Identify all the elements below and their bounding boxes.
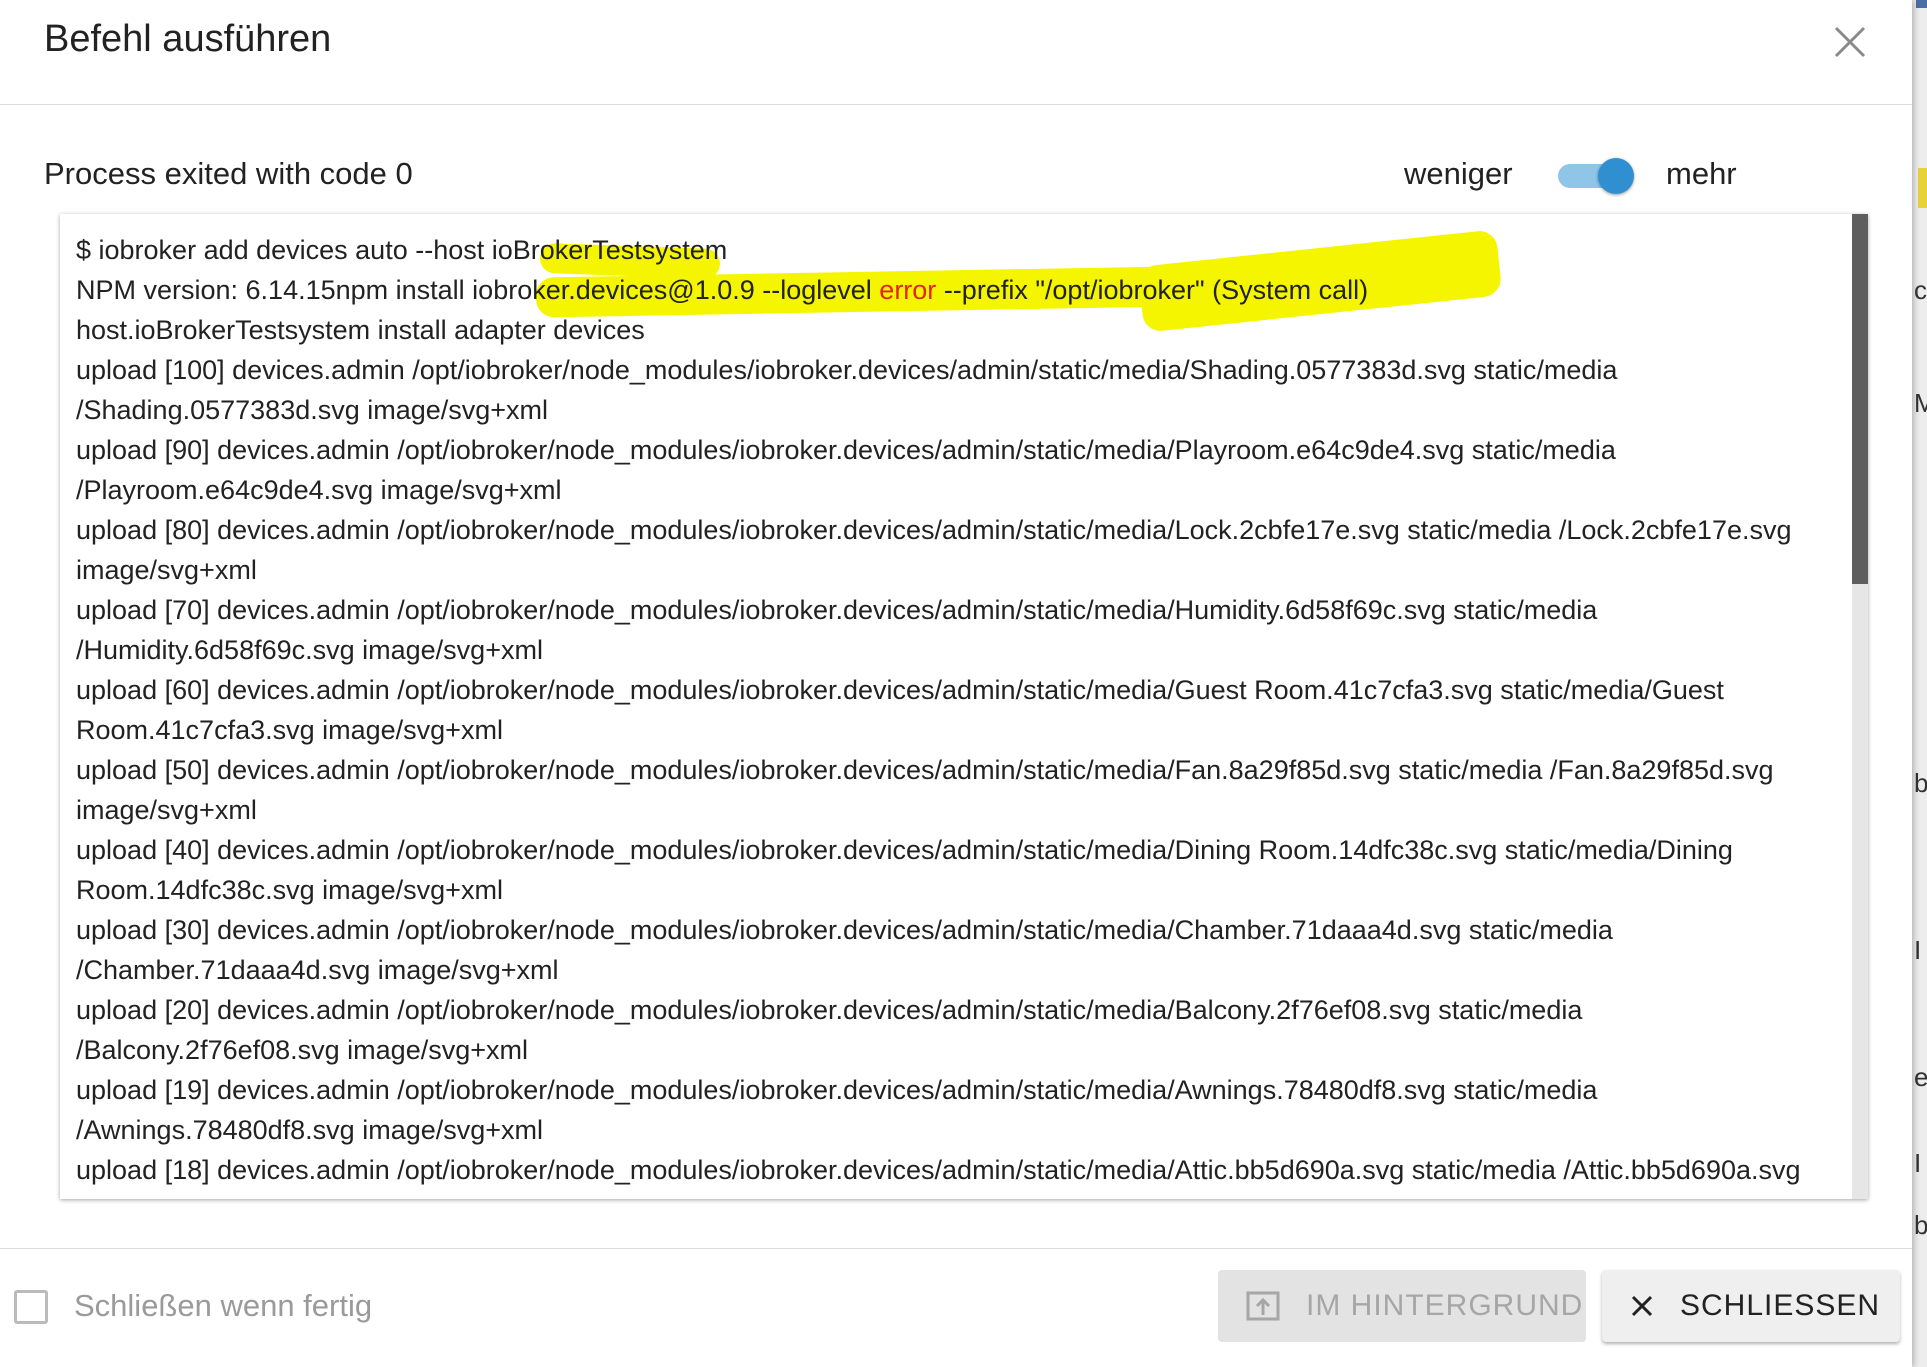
log-line: upload [50] devices.admin /opt/iobroker/…	[76, 755, 1774, 825]
log-line-npm: NPM version: 6.14.15npm install iobroker…	[76, 270, 1846, 310]
log-line: upload [70] devices.admin /opt/iobroker/…	[76, 595, 1598, 665]
log-line: $ iobroker add devices auto --host ioBro…	[76, 235, 728, 265]
header-divider	[0, 104, 1912, 105]
background-app-edge: c M b I e I b	[1912, 0, 1927, 1367]
execute-command-dialog: Befehl ausführen Process exited with cod…	[0, 0, 1912, 1367]
close-when-done-checkbox[interactable]	[14, 1290, 48, 1324]
toggle-knob	[1598, 158, 1634, 194]
background-app-letter: I	[1914, 1148, 1922, 1178]
dialog-close-button[interactable]	[1830, 22, 1870, 62]
background-app-letter: b	[1914, 768, 1927, 798]
log-line: upload [30] devices.admin /opt/iobroker/…	[76, 915, 1613, 985]
background-app-letter: I	[1914, 935, 1922, 965]
process-status: Process exited with code 0	[44, 156, 413, 191]
close-when-done-label: Schließen wenn fertig	[74, 1288, 373, 1323]
background-app-letter: e	[1914, 1062, 1927, 1092]
background-app-highlight	[1918, 168, 1927, 208]
log-line: upload [80] devices.admin /opt/iobroker/…	[76, 515, 1792, 585]
npm-line-text: NPM version: 6.14.15npm install iobroker…	[76, 275, 1369, 305]
close-button[interactable]: SCHLIESSEN	[1602, 1270, 1900, 1342]
log-line: upload [60] devices.admin /opt/iobroker/…	[76, 675, 1724, 745]
log-scrollbar-thumb[interactable]	[1852, 214, 1868, 584]
toggle-label-more: mehr	[1666, 156, 1737, 191]
close-icon	[1834, 26, 1866, 58]
log-line: host.ioBrokerTestsystem install adapter …	[76, 315, 645, 345]
detail-toggle-switch[interactable]	[1558, 158, 1634, 194]
close-icon	[1630, 1294, 1654, 1318]
footer-divider	[0, 1248, 1912, 1249]
background-app-letter: b	[1914, 1210, 1927, 1240]
log-line: upload [90] devices.admin /opt/iobroker/…	[76, 435, 1616, 505]
log-scrollbar[interactable]	[1852, 214, 1868, 1199]
toggle-label-less: weniger	[1404, 156, 1513, 191]
dialog-title: Befehl ausführen	[44, 18, 332, 60]
log-line: upload [100] devices.admin /opt/iobroker…	[76, 355, 1618, 425]
background-app-letter: M	[1914, 388, 1927, 418]
log-lines: $ iobroker add devices auto --host ioBro…	[76, 230, 1846, 1199]
run-in-background-label: IM HINTERGRUND	[1306, 1289, 1584, 1322]
command-output-log[interactable]: $ iobroker add devices auto --host ioBro…	[60, 214, 1868, 1199]
log-line: upload [19] devices.admin /opt/iobroker/…	[76, 1075, 1598, 1145]
log-line: upload [20] devices.admin /opt/iobroker/…	[76, 995, 1583, 1065]
close-button-label: SCHLIESSEN	[1680, 1289, 1881, 1322]
move-to-background-icon	[1246, 1291, 1280, 1321]
background-app-letter: c	[1914, 275, 1927, 305]
log-line: upload [40] devices.admin /opt/iobroker/…	[76, 835, 1733, 905]
run-in-background-button[interactable]: IM HINTERGRUND	[1218, 1270, 1586, 1342]
log-line: upload [18] devices.admin /opt/iobroker/…	[76, 1155, 1801, 1199]
error-loglevel-text: error	[879, 275, 937, 305]
background-app-bar	[1916, 0, 1927, 8]
